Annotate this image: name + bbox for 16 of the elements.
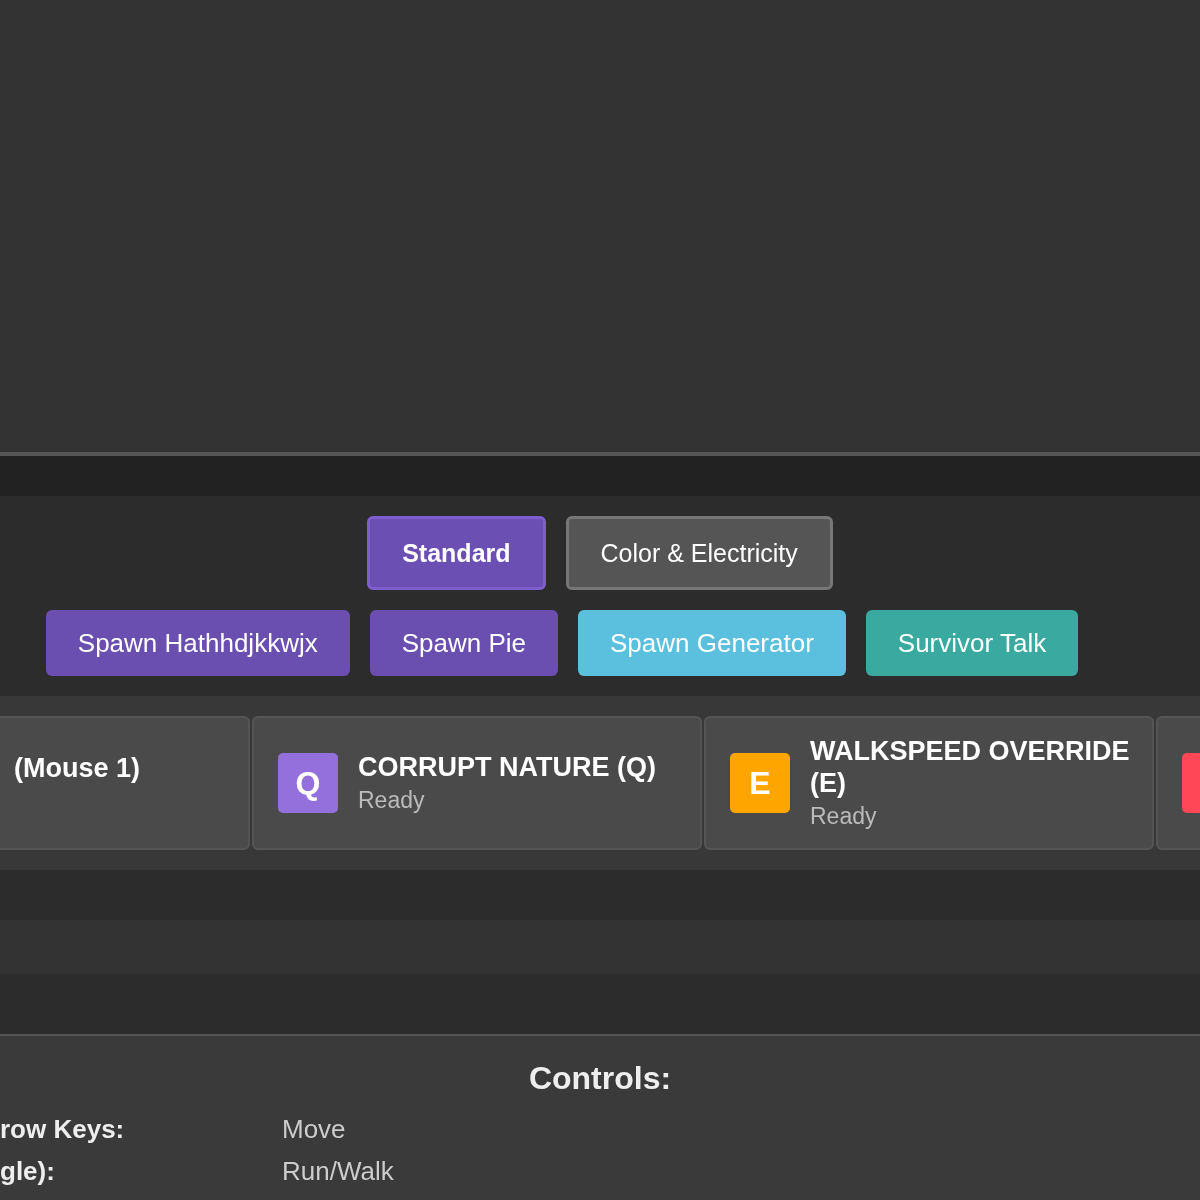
ability-name: WALKSPEED OVERRIDE (E) [810,735,1130,799]
mode-tab[interactable]: Color & Electricity [565,516,833,590]
ability-status: Ready [358,786,426,815]
control-action: Run/Walk [282,1156,394,1186]
spawn-button[interactable]: Spawn Hathhdjkkwjx [45,610,350,676]
control-action: Move [282,1114,346,1144]
ability-name: (Mouse 1) [14,752,140,784]
control-key: gle): [0,1156,55,1186]
key-badge: Q [278,753,338,813]
key-badge: E [730,753,790,813]
control-key: row Keys: [0,1114,125,1144]
spawn-button[interactable]: Spawn Pie [369,610,558,676]
mode-tab[interactable]: Standard [367,516,546,590]
ability-name: CORRUPT NATURE (Q) [358,751,656,783]
ability-status: Ready [810,802,878,831]
controls-title: Controls: [527,1059,673,1098]
